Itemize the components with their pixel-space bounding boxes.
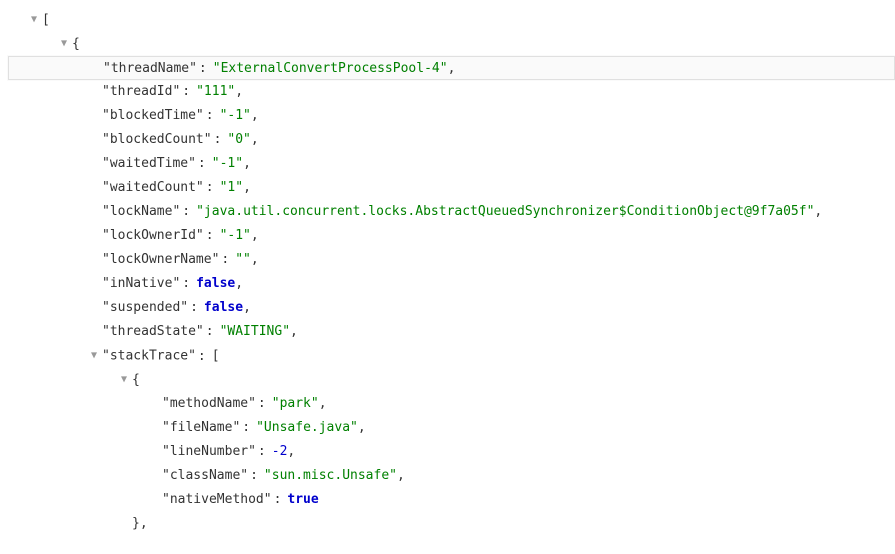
brace-close: }, (132, 516, 148, 531)
json-value: "java.util.concurrent.locks.AbstractQueu… (196, 204, 814, 219)
stack-item-close: }, (8, 512, 895, 536)
json-key: "blockedCount" (102, 132, 212, 147)
json-key: "className" (162, 468, 248, 483)
json-key: "threadId" (102, 84, 180, 99)
json-key: "lockName" (102, 204, 180, 219)
json-key: "lockOwnerId" (102, 228, 204, 243)
json-key: "nativeMethod" (162, 492, 272, 507)
json-value: "WAITING" (220, 324, 290, 339)
expand-toggle[interactable]: ▼ (88, 344, 100, 368)
json-key: "waitedCount" (102, 180, 204, 195)
brace-open: { (132, 373, 140, 388)
json-key: "lockOwnerName" (102, 252, 219, 267)
json-key: "waitedTime" (102, 156, 196, 171)
json-value: "Unsafe.java" (256, 420, 358, 435)
json-key: "suspended" (102, 300, 188, 315)
json-field: "blockedCount":"0", (8, 128, 895, 152)
json-value: -2 (272, 444, 288, 459)
json-field: "threadState":"WAITING", (8, 320, 895, 344)
expand-toggle[interactable]: ▼ (58, 32, 70, 56)
json-field: "threadId":"111", (8, 80, 895, 104)
root-array-open[interactable]: ▼[ (8, 8, 895, 32)
json-field: "inNative":false, (8, 272, 895, 296)
json-field: "lockOwnerName":"", (8, 248, 895, 272)
bracket-open: [ (212, 349, 220, 364)
json-key: "lineNumber" (162, 444, 256, 459)
json-value: "1" (220, 180, 243, 195)
json-key: "threadState" (102, 324, 204, 339)
json-value: "" (235, 252, 251, 267)
json-value: "-1" (220, 108, 251, 123)
json-field: "lineNumber":-2, (8, 440, 895, 464)
json-value: true (287, 492, 318, 507)
stacktrace-open[interactable]: ▼"stackTrace":[ (8, 344, 895, 368)
expand-toggle[interactable]: ▼ (28, 8, 40, 32)
json-field: "fileName":"Unsafe.java", (8, 416, 895, 440)
json-field: "nativeMethod":true (8, 488, 895, 512)
json-field: "lockOwnerId":"-1", (8, 224, 895, 248)
json-field: "threadName":"ExternalConvertProcessPool… (8, 56, 895, 80)
json-key: "fileName" (162, 420, 240, 435)
brace-open: { (72, 37, 80, 52)
object-open[interactable]: ▼{ (8, 32, 895, 56)
json-field: "waitedCount":"1", (8, 176, 895, 200)
json-tree-viewer: ▼[▼{"threadName":"ExternalConvertProcess… (8, 8, 895, 536)
json-key: "methodName" (162, 396, 256, 411)
json-field: "methodName":"park", (8, 392, 895, 416)
json-field: "blockedTime":"-1", (8, 104, 895, 128)
json-key: "inNative" (102, 276, 180, 291)
json-key: "stackTrace" (102, 349, 196, 364)
json-field: "waitedTime":"-1", (8, 152, 895, 176)
stack-item-open[interactable]: ▼{ (8, 368, 895, 392)
json-value: "sun.misc.Unsafe" (264, 468, 397, 483)
json-field: "className":"sun.misc.Unsafe", (8, 464, 895, 488)
json-value: "park" (272, 396, 319, 411)
json-value: "ExternalConvertProcessPool-4" (213, 61, 448, 76)
expand-toggle[interactable]: ▼ (118, 368, 130, 392)
json-value: false (204, 300, 243, 315)
json-value: "-1" (212, 156, 243, 171)
json-key: "threadName" (103, 61, 197, 76)
json-field: "suspended":false, (8, 296, 895, 320)
json-value: "-1" (220, 228, 251, 243)
json-key: "blockedTime" (102, 108, 204, 123)
json-field: "lockName":"java.util.concurrent.locks.A… (8, 200, 895, 224)
json-value: "0" (227, 132, 250, 147)
json-value: false (196, 276, 235, 291)
json-value: "111" (196, 84, 235, 99)
bracket-open: [ (42, 13, 50, 28)
